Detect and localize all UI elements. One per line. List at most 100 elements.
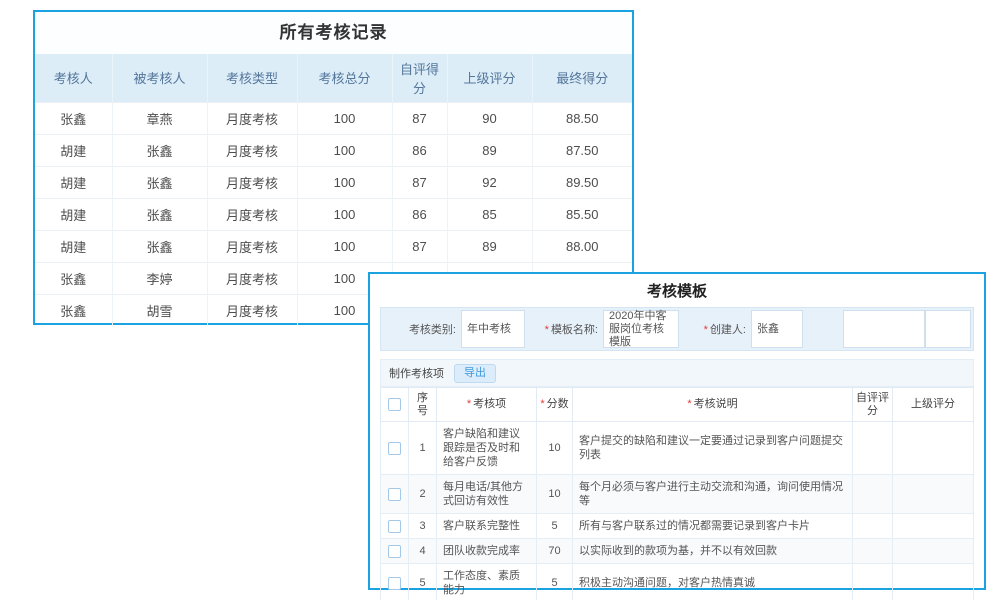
cell-superior-score: 92	[447, 166, 532, 198]
cell-type: 月度考核	[207, 294, 297, 326]
cell-desc: 以实际收到的款项为基，并不以有效回款	[573, 539, 853, 564]
cell-final-score: 85.50	[532, 198, 632, 230]
col-header-superior-rating: 上级评分	[893, 388, 974, 422]
cell-assessor: 张鑫	[35, 262, 112, 294]
col-header-self-score: 自评得分	[392, 54, 447, 102]
cell-superior-score: 89	[447, 230, 532, 262]
cell-final-score: 89.50	[532, 166, 632, 198]
cell-type: 月度考核	[207, 166, 297, 198]
cell-assessor: 胡建	[35, 198, 112, 230]
required-mark: *	[467, 398, 471, 410]
record-row: 胡建 张鑫 月度考核 100 87 92 89.50	[35, 166, 632, 198]
checkbox-cell	[381, 475, 409, 514]
cell-desc: 每个月必须与客户进行主动交流和沟通，询问使用情况等	[573, 475, 853, 514]
info-bar-empty-cell	[925, 310, 971, 348]
col-header-final-score: 最终得分	[532, 54, 632, 102]
checkbox-cell	[381, 539, 409, 564]
make-items-label: 制作考核项	[389, 365, 444, 381]
cell-type: 月度考核	[207, 134, 297, 166]
col-header-assessee: 被考核人	[112, 54, 207, 102]
cell-score: 70	[537, 539, 573, 564]
cell-item: 团队收款完成率	[437, 539, 537, 564]
cell-desc: 所有与客户联系过的情况都需要记录到客户卡片	[573, 514, 853, 539]
col-header-total: 考核总分	[297, 54, 392, 102]
required-mark: *	[545, 324, 549, 336]
checkbox-cell	[381, 422, 409, 475]
cell-total: 100	[297, 134, 392, 166]
export-button[interactable]: 导出	[454, 364, 496, 383]
row-checkbox[interactable]	[388, 545, 401, 558]
creator-value: 张鑫	[751, 310, 803, 348]
category-value: 年中考核	[461, 310, 525, 348]
cell-self-score: 86	[392, 198, 447, 230]
row-checkbox[interactable]	[388, 520, 401, 533]
assessment-items-table: 序号 *考核项 *分数 *考核说明 自评评分 上级评分 1 客户缺陷和建议跟踪是…	[380, 387, 974, 600]
row-checkbox[interactable]	[388, 442, 401, 455]
cell-no: 2	[409, 475, 437, 514]
cell-superior-score: 89	[447, 134, 532, 166]
cell-self-rating	[853, 564, 893, 600]
cell-superior-rating	[893, 564, 974, 600]
cell-assessor: 张鑫	[35, 102, 112, 134]
row-checkbox[interactable]	[388, 488, 401, 501]
cell-assessor: 张鑫	[35, 294, 112, 326]
cell-assessor: 胡建	[35, 230, 112, 262]
cell-self-score: 87	[392, 230, 447, 262]
checkbox-cell	[381, 564, 409, 600]
category-label-text: 考核类别:	[409, 324, 456, 336]
cell-self-score: 87	[392, 102, 447, 134]
item-row: 2 每月电话/其他方式回访有效性 10 每个月必须与客户进行主动交流和沟通，询问…	[381, 475, 974, 514]
records-panel-title: 所有考核记录	[35, 12, 632, 54]
col-header-score: *分数	[537, 388, 573, 422]
row-checkbox[interactable]	[388, 577, 401, 590]
creator-label-text: 创建人:	[710, 324, 746, 336]
record-row: 张鑫 章燕 月度考核 100 87 90 88.50	[35, 102, 632, 134]
cell-self-score: 87	[392, 166, 447, 198]
item-row: 1 客户缺陷和建议跟踪是否及时和给客户反馈 10 客户提交的缺陷和建议一定要通过…	[381, 422, 974, 475]
cell-total: 100	[297, 198, 392, 230]
col-header-desc: *考核说明	[573, 388, 853, 422]
cell-self-rating	[853, 514, 893, 539]
cell-superior-score: 85	[447, 198, 532, 230]
template-panel: 考核模板 考核类别: 年中考核 *模板名称: 2020年中客服岗位考核模版 *创…	[368, 272, 986, 590]
cell-assessor: 胡建	[35, 166, 112, 198]
cell-assessee: 李婷	[112, 262, 207, 294]
cell-no: 1	[409, 422, 437, 475]
template-name-label: *模板名称:	[525, 321, 603, 337]
cell-type: 月度考核	[207, 230, 297, 262]
record-row: 胡建 张鑫 月度考核 100 87 89 88.00	[35, 230, 632, 262]
cell-assessee: 张鑫	[112, 134, 207, 166]
cell-self-rating	[853, 539, 893, 564]
cell-assessee: 章燕	[112, 102, 207, 134]
cell-item: 客户缺陷和建议跟踪是否及时和给客户反馈	[437, 422, 537, 475]
cell-final-score: 88.00	[532, 230, 632, 262]
cell-no: 4	[409, 539, 437, 564]
cell-assessee: 张鑫	[112, 230, 207, 262]
select-all-checkbox[interactable]	[388, 398, 401, 411]
items-header-row: 序号 *考核项 *分数 *考核说明 自评评分 上级评分	[381, 388, 974, 422]
cell-assessee: 张鑫	[112, 166, 207, 198]
col-header-assessor: 考核人	[35, 54, 112, 102]
col-header-score-text: 分数	[547, 398, 569, 410]
cell-score: 5	[537, 514, 573, 539]
col-header-no: 序号	[409, 388, 437, 422]
cell-no: 5	[409, 564, 437, 600]
select-all-cell	[381, 388, 409, 422]
record-row: 胡建 张鑫 月度考核 100 86 89 87.50	[35, 134, 632, 166]
cell-score: 10	[537, 475, 573, 514]
cell-superior-rating	[893, 514, 974, 539]
template-name-value: 2020年中客服岗位考核模版	[603, 310, 679, 348]
col-header-item-text: 考核项	[473, 398, 506, 410]
item-row: 4 团队收款完成率 70 以实际收到的款项为基，并不以有效回款	[381, 539, 974, 564]
cell-total: 100	[297, 230, 392, 262]
template-info-bar: 考核类别: 年中考核 *模板名称: 2020年中客服岗位考核模版 *创建人: 张…	[380, 307, 974, 351]
required-mark: *	[540, 398, 544, 410]
cell-final-score: 88.50	[532, 102, 632, 134]
cell-superior-score: 90	[447, 102, 532, 134]
required-mark: *	[704, 324, 708, 336]
col-header-desc-text: 考核说明	[694, 398, 738, 410]
cell-desc: 积极主动沟通问题，对客户热情真诚	[573, 564, 853, 600]
cell-score: 10	[537, 422, 573, 475]
col-header-item: *考核项	[437, 388, 537, 422]
cell-assessor: 胡建	[35, 134, 112, 166]
